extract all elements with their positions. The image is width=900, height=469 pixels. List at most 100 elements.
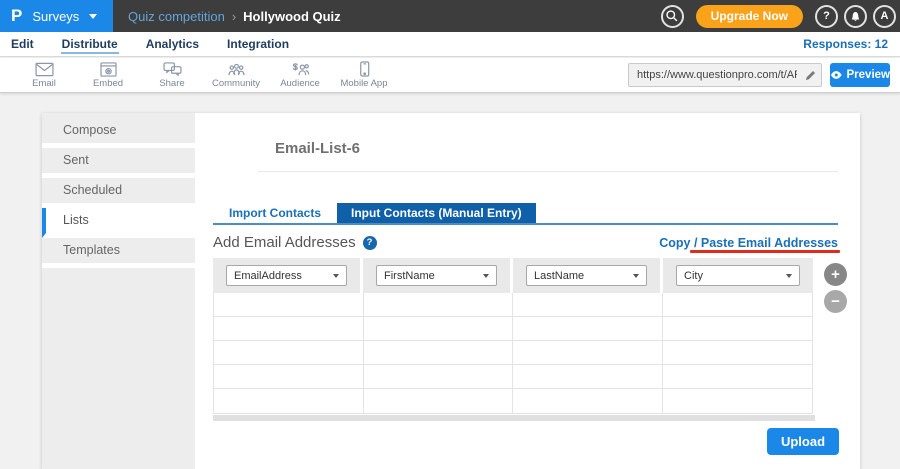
toolbar-item-community[interactable]: Community	[204, 62, 268, 89]
contact-cell[interactable]	[214, 293, 364, 316]
email-lists-panel: Compose Sent Scheduled Lists Templates E…	[42, 113, 860, 469]
nav-item-distribute[interactable]: Distribute	[61, 34, 119, 54]
nav-item-analytics[interactable]: Analytics	[145, 34, 200, 54]
toolbar-item-email[interactable]: Email	[12, 62, 76, 89]
sidebar-item-lists[interactable]: Lists	[42, 208, 195, 238]
toolbar-item-label: Audience	[280, 78, 320, 89]
field-select-email-address[interactable]: EmailAddress	[226, 265, 347, 286]
contact-cell[interactable]	[663, 293, 813, 316]
field-select-last-name[interactable]: LastName	[526, 265, 647, 286]
search-button[interactable]	[661, 5, 684, 28]
column-header-cell: FirstName	[363, 258, 513, 293]
field-select-city[interactable]: City	[676, 265, 800, 286]
toolbar-item-audience[interactable]: Audience	[268, 62, 332, 89]
toolbar-item-share[interactable]: Share	[140, 62, 204, 89]
add-email-addresses-row: Add Email Addresses ? Copy / Paste Email…	[213, 234, 838, 251]
notifications-button[interactable]	[844, 5, 867, 28]
nav-item-edit[interactable]: Edit	[10, 34, 35, 54]
breadcrumb-parent[interactable]: Quiz competition	[128, 9, 225, 24]
preview-button[interactable]: Preview	[830, 63, 890, 87]
sidebar-item-sent[interactable]: Sent	[42, 148, 195, 178]
contact-cell[interactable]	[214, 389, 364, 413]
breadcrumb: Quiz competition › Hollywood Quiz	[128, 9, 341, 24]
tab-import-contacts[interactable]: Import Contacts	[213, 203, 337, 223]
audience-icon	[291, 62, 310, 77]
toolbar-item-label: Embed	[93, 78, 123, 89]
contact-cell[interactable]	[214, 317, 364, 340]
column-header-cell: LastName	[513, 258, 663, 293]
help-button[interactable]: ?	[815, 5, 838, 28]
upload-button[interactable]: Upload	[767, 428, 839, 455]
contact-cell[interactable]	[364, 389, 514, 413]
account-avatar[interactable]: A	[873, 5, 896, 28]
field-select-first-name[interactable]: FirstName	[376, 265, 497, 286]
contact-row	[214, 293, 812, 317]
select-arrow-icon	[786, 274, 792, 278]
horizontal-scrollbar[interactable]	[213, 415, 815, 421]
contact-cell[interactable]	[663, 389, 813, 413]
topbar-actions: Upgrade Now ? A	[661, 5, 900, 28]
contact-cell[interactable]	[364, 293, 514, 316]
community-icon	[227, 62, 246, 77]
column-header-cell: EmailAddress	[213, 258, 363, 293]
contact-row	[214, 317, 812, 341]
search-icon	[665, 9, 679, 23]
sidebar-item-scheduled[interactable]: Scheduled	[42, 178, 195, 208]
contact-cell[interactable]	[364, 365, 514, 388]
bell-icon	[849, 9, 862, 23]
edit-url-button[interactable]	[799, 69, 821, 82]
toolbar-item-label: Email	[32, 78, 56, 89]
toolbar-item-label: Community	[212, 78, 260, 89]
help-icon[interactable]: ?	[363, 236, 377, 250]
distribute-toolbar: Email Embed Share Community Audience Mob…	[0, 58, 900, 93]
sidebar-item-compose[interactable]: Compose	[42, 118, 195, 148]
eye-icon	[830, 70, 843, 80]
nav-item-integration[interactable]: Integration	[226, 34, 290, 54]
email-sidebar: Compose Sent Scheduled Lists Templates	[42, 113, 195, 469]
product-switcher[interactable]: P Surveys	[0, 0, 113, 32]
contact-row	[214, 389, 812, 413]
contact-cell[interactable]	[663, 341, 813, 364]
remove-row-button[interactable]: −	[824, 290, 847, 313]
add-email-addresses-title: Add Email Addresses	[213, 234, 356, 251]
toolbar-item-mobile-app[interactable]: Mobile App	[332, 61, 396, 89]
contact-cell[interactable]	[513, 365, 663, 388]
copy-paste-email-addresses-link[interactable]: Copy / Paste Email Addresses	[659, 236, 838, 250]
survey-nav: Edit Distribute Analytics Integration Re…	[0, 32, 900, 57]
contacts-tabs: Import Contacts Input Contacts (Manual E…	[213, 203, 838, 225]
tab-input-contacts-manual-entry[interactable]: Input Contacts (Manual Entry)	[337, 203, 536, 223]
contact-row	[214, 341, 812, 365]
contacts-grid-body	[213, 293, 813, 414]
field-select-value: LastName	[534, 270, 584, 282]
toolbar-item-embed[interactable]: Embed	[76, 62, 140, 89]
contact-cell[interactable]	[214, 341, 364, 364]
contact-cell[interactable]	[513, 341, 663, 364]
responses-count[interactable]: Responses: 12	[803, 37, 890, 51]
contact-cell[interactable]	[214, 365, 364, 388]
toolbar-item-label: Mobile App	[340, 78, 387, 89]
add-row-button[interactable]: +	[824, 263, 847, 286]
breadcrumb-separator-icon: ›	[232, 9, 236, 24]
preview-button-label: Preview	[847, 69, 890, 81]
select-arrow-icon	[483, 274, 489, 278]
title-divider	[258, 171, 838, 172]
contacts-grid: EmailAddress FirstName LastName	[213, 258, 813, 414]
contact-cell[interactable]	[513, 293, 663, 316]
field-select-value: EmailAddress	[234, 270, 302, 282]
contact-cell[interactable]	[513, 317, 663, 340]
share-icon	[163, 62, 182, 77]
upgrade-now-button[interactable]: Upgrade Now	[696, 5, 803, 28]
contact-cell[interactable]	[663, 365, 813, 388]
sidebar-item-templates[interactable]: Templates	[42, 238, 195, 268]
list-detail-content: Email-List-6 Import Contacts Input Conta…	[195, 113, 860, 469]
survey-url-input[interactable]	[629, 69, 799, 81]
annotation-red-underline	[690, 250, 840, 253]
contact-cell[interactable]	[364, 341, 514, 364]
breadcrumb-current: Hollywood Quiz	[243, 9, 341, 24]
contact-cell[interactable]	[364, 317, 514, 340]
topbar: P Surveys Quiz competition › Hollywood Q…	[0, 0, 900, 32]
contacts-grid-header: EmailAddress FirstName LastName	[213, 258, 813, 293]
contact-cell[interactable]	[663, 317, 813, 340]
select-arrow-icon	[333, 274, 339, 278]
contact-cell[interactable]	[513, 389, 663, 413]
